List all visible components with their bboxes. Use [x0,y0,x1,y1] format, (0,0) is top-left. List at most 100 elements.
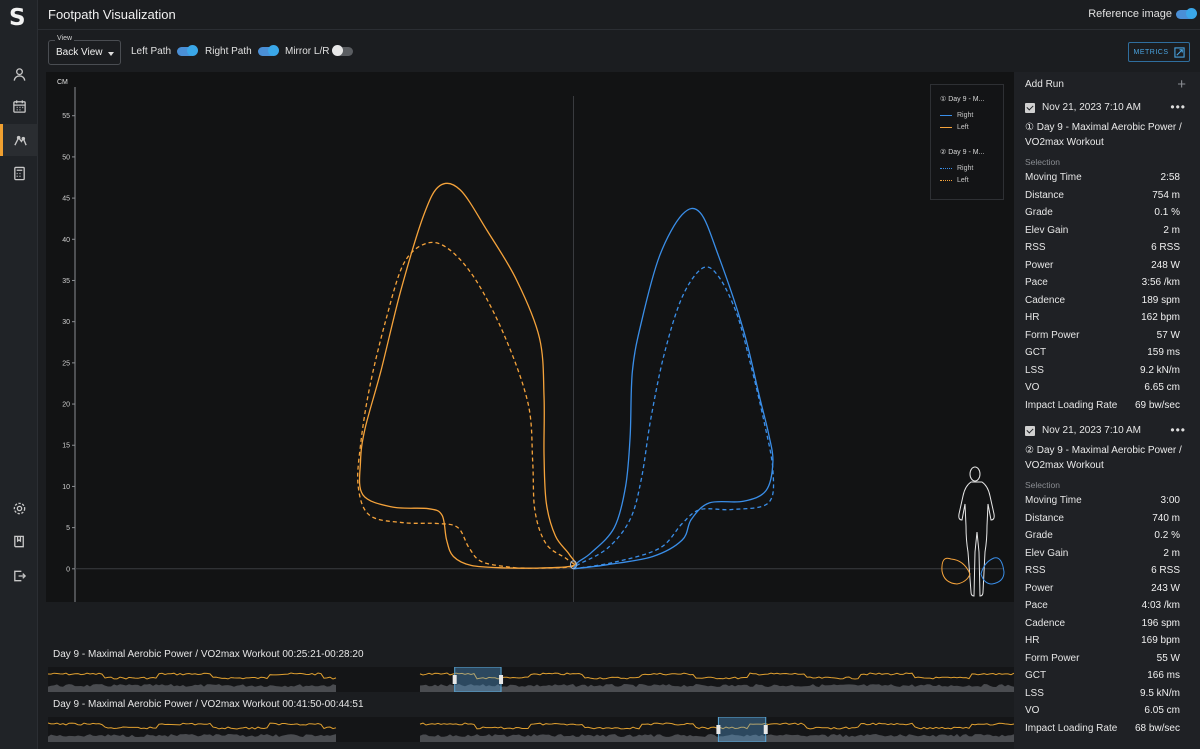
mirror-control: Mirror L/R [285,45,354,57]
stat-row: Pace 4:03 /km [1025,600,1180,614]
mirror-label: Mirror L/R [285,46,330,57]
more-options-icon[interactable]: ••• [1170,423,1186,437]
stat-row: Power 248 W [1025,260,1180,274]
footpath-plot: 5550454035302520151050-5-20-15-10-505101… [57,79,1005,602]
stat-row: Cadence 189 spm [1025,295,1180,309]
view-select[interactable]: View Back View [48,35,121,65]
stat-value: 754 m [1152,189,1180,201]
series-left-run1[interactable] [358,182,576,569]
stat-row: HR 169 bpm [1025,635,1180,649]
legend-item-right-2[interactable]: Right [940,165,973,172]
stat-label: Cadence [1025,294,1066,306]
run-date: Nov 21, 2023 7:10 AM [1042,102,1141,113]
view-select-legend: View [55,35,75,42]
nav-settings[interactable] [0,492,38,524]
y-tick-label: 0 [66,566,70,573]
app-logo[interactable]: S [9,5,26,31]
plus-icon[interactable]: + [1177,76,1186,93]
timeline-selection[interactable] [717,717,767,742]
stat-value: 169 bpm [1141,635,1180,646]
stat-label: Elev Gain [1025,224,1069,236]
y-tick-label: 40 [62,237,70,244]
metrics-button[interactable]: METRICS [1128,42,1190,62]
stat-row: Cadence 196 spm [1025,618,1180,632]
nav-calculator[interactable] [0,157,38,189]
more-options-icon[interactable]: ••• [1170,100,1186,114]
stat-label: GCT [1025,347,1047,358]
stat-row: Impact Loading Rate 69 bw/sec [1025,400,1180,414]
timeline-area [48,734,336,742]
run-name: ② Day 9 - Maximal Aerobic Power / VO2max… [1025,445,1182,471]
nav-export[interactable] [0,559,38,591]
stat-label: Distance [1025,189,1064,201]
stat-value: 162 bpm [1141,312,1180,323]
stat-label: Form Power [1025,329,1080,341]
stat-value: 196 spm [1141,617,1180,629]
stat-label: Impact Loading Rate [1025,399,1118,411]
timeline-handle-left[interactable] [452,675,457,684]
stat-value: 68 bw/sec [1134,722,1180,734]
timeline-handle-left[interactable] [716,725,721,734]
y-tick-label: 25 [62,360,70,367]
nav-docs[interactable] [0,525,38,557]
stat-row: Moving Time 3:00 [1025,495,1180,509]
stat-label: Impact Loading Rate [1025,722,1118,734]
legend-label: Left [957,177,969,184]
nav-calendar[interactable] [0,90,38,122]
stat-row: Power 243 W [1025,583,1180,597]
run-checkbox[interactable] [1025,425,1035,436]
stat-row: Elev Gain 2 m [1025,548,1180,562]
right-path-toggle[interactable] [257,45,279,56]
stat-value: 159 ms [1147,347,1180,358]
footpath-chart[interactable]: 5550454035302520151050-5-20-15-10-505101… [46,72,1014,602]
y-tick-label: 30 [62,319,70,326]
timeline-selection[interactable] [454,667,502,692]
right-path-control: Right Path [205,45,279,57]
chevron-down-icon [108,52,114,56]
run-date: Nov 21, 2023 7:10 AM [1042,425,1141,436]
selection-label: Selection [1025,480,1060,490]
left-nav: S [0,0,38,749]
run-name: ① Day 9 - Maximal Aerobic Power / VO2max… [1025,122,1182,148]
export-icon [13,570,26,581]
nav-footpath[interactable] [0,124,38,156]
series-left-run2[interactable] [357,241,576,569]
legend-item-left-2[interactable]: Left [940,177,969,184]
legend-item-left-1[interactable]: Left [940,124,969,131]
y-axis-unit: CM [57,79,68,86]
timeline-1-track[interactable] [48,667,1014,692]
stat-value: 57 W [1156,329,1180,341]
stat-value: 6 RSS [1151,565,1180,576]
stat-label: LSS [1025,687,1044,699]
left-path-toggle[interactable] [177,45,199,56]
stat-value: 3:00 [1160,495,1180,506]
series-right-run2[interactable] [572,266,775,570]
stat-row: Form Power 57 W [1025,330,1180,344]
mirror-toggle[interactable] [332,45,354,56]
user-icon [13,67,25,81]
y-tick-label: 35 [62,278,70,285]
legend-item-right-1[interactable]: Right [940,112,973,119]
selection-label: Selection [1025,157,1060,167]
stat-row: HR 162 bpm [1025,312,1180,326]
run-checkbox[interactable] [1025,102,1035,113]
chart-legend: ① Day 9 - M... Right Left ② Day 9 - M...… [930,84,1004,200]
stat-value: 4:03 /km [1141,600,1180,611]
timeline-2-track[interactable] [48,717,1014,742]
nav-profile[interactable] [0,58,38,90]
series-right-run1[interactable] [572,207,774,570]
timeline-area [48,684,336,692]
stat-value: 3:56 /km [1141,277,1180,288]
reference-image-toggle[interactable] [1176,8,1197,19]
reference-image-label: Reference image [1088,8,1172,20]
stat-row: LSS 9.5 kN/m [1025,688,1180,702]
stat-label: Power [1025,259,1054,271]
add-run-label: Add Run [1025,79,1064,90]
stat-label: RSS [1025,242,1046,253]
timeline-handle-right[interactable] [499,675,504,684]
stat-label: Moving Time [1025,172,1082,183]
legend-label: Right [957,112,974,119]
stat-label: HR [1025,312,1040,323]
stat-row: Elev Gain 2 m [1025,225,1180,239]
timeline-handle-right[interactable] [763,725,768,734]
